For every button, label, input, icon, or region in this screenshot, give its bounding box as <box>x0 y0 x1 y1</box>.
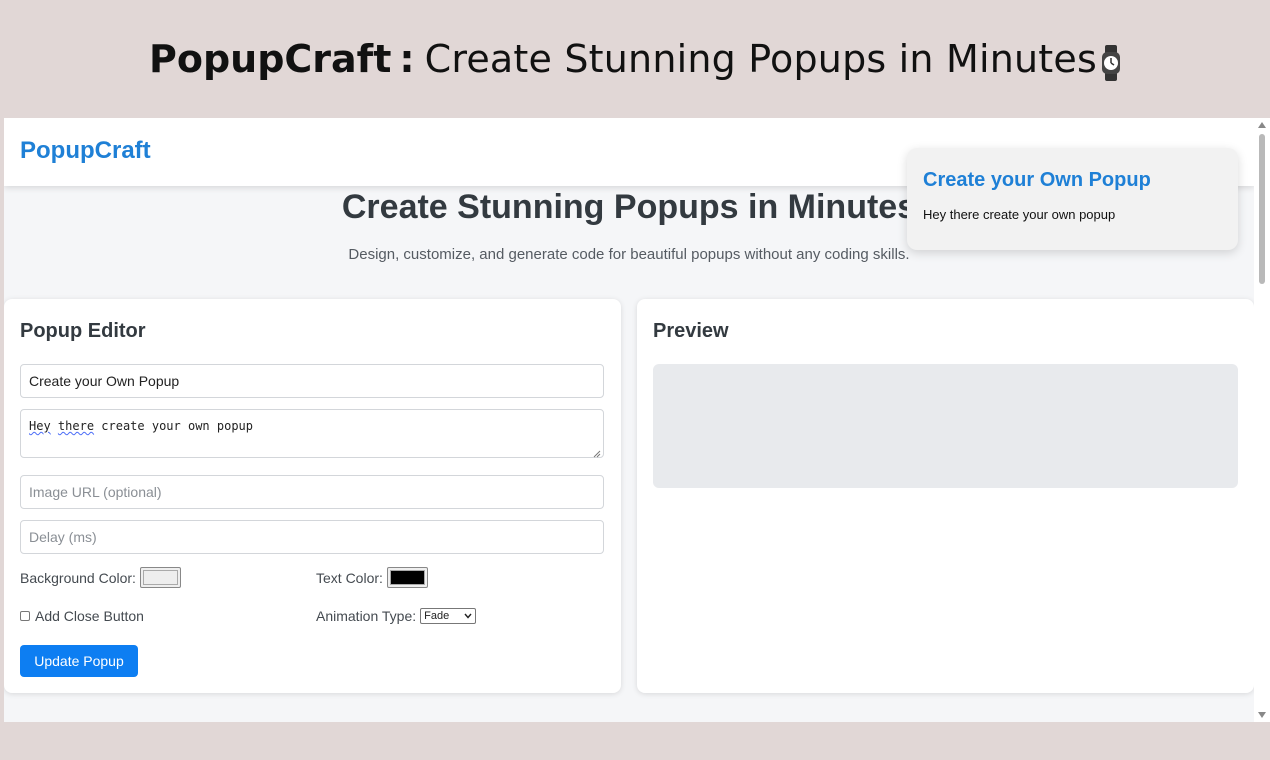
preview-card: Preview <box>637 299 1254 693</box>
message-word-2: there <box>57 419 95 433</box>
text-color-label: Text Color: <box>316 569 383 586</box>
nav-logo[interactable]: PopupCraft <box>20 137 151 165</box>
banner-brand: PopupCraft <box>149 37 392 81</box>
banner: PopupCraft : Create Stunning Popups in M… <box>0 0 1270 118</box>
scroll-up-icon[interactable] <box>1258 122 1266 128</box>
popup-title: Create your Own Popup <box>923 169 1151 191</box>
popup-editor-card: Popup Editor Create your Own Popup Hey t… <box>4 299 621 693</box>
message-word-1: Hey <box>29 419 51 433</box>
bg-color-row: Background Color: <box>20 567 181 588</box>
scroll-down-icon[interactable] <box>1258 712 1266 718</box>
preview-area <box>653 364 1238 488</box>
close-button-row: Add Close Button <box>20 608 144 624</box>
popup-message-textarea[interactable]: Hey there create your own popup <box>20 409 604 458</box>
banner-tagline: Create Stunning Popups in Minutes <box>424 37 1097 81</box>
text-color-picker[interactable] <box>386 567 428 588</box>
text-color-row: Text Color: <box>316 567 428 588</box>
close-button-checkbox[interactable] <box>20 611 30 621</box>
animation-row: Animation Type: Fade <box>316 608 477 624</box>
editor-title: Popup Editor <box>20 320 146 342</box>
preview-title: Preview <box>653 320 729 342</box>
message-rest: create your own popup <box>101 419 253 433</box>
popup-message: Hey there create your own popup <box>923 207 1116 222</box>
bg-color-label: Background Color: <box>20 569 136 586</box>
popup-window[interactable]: Create your Own Popup Hey there create y… <box>907 148 1238 250</box>
popup-title-input[interactable]: Create your Own Popup <box>20 364 604 398</box>
resize-grip-icon[interactable] <box>593 447 601 458</box>
animation-select[interactable]: Fade <box>420 608 477 624</box>
image-url-input[interactable]: Image URL (optional) <box>20 475 604 509</box>
close-button-label: Add Close Button <box>35 608 144 624</box>
chevron-down-icon <box>464 610 472 622</box>
animation-label: Animation Type: <box>316 608 417 624</box>
update-popup-button[interactable]: Update Popup <box>20 645 138 677</box>
animation-value: Fade <box>424 610 450 622</box>
vertical-scrollbar[interactable] <box>1254 118 1270 722</box>
bg-color-picker[interactable] <box>139 567 181 588</box>
banner-separator: : <box>399 37 415 81</box>
browser-viewport: PopupCraft Create Stunning Popups in Min… <box>4 118 1270 722</box>
watch-icon <box>1101 44 1121 82</box>
delay-input[interactable]: Delay (ms) <box>20 520 604 554</box>
scrollbar-thumb[interactable] <box>1259 134 1265 284</box>
